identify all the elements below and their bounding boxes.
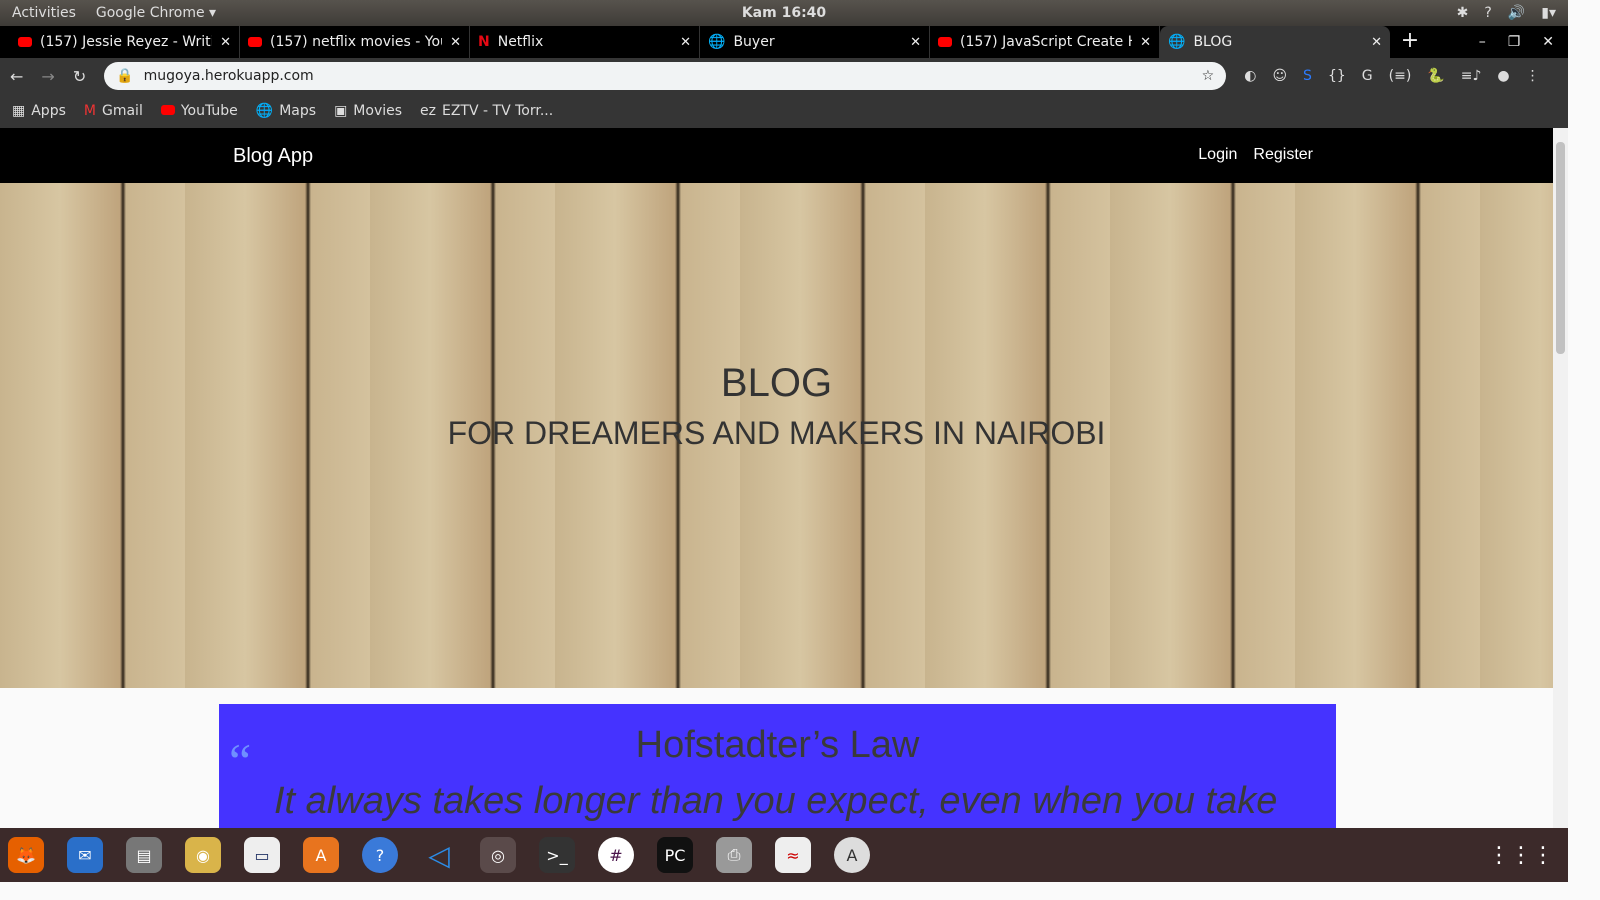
hero-banner: BLOG FOR DREAMERS AND MAKERS IN NAIROBI <box>0 183 1553 688</box>
brand-link[interactable]: Blog App <box>233 145 313 168</box>
bookmark-maps[interactable]: 🌐 Maps <box>256 103 316 119</box>
volume-icon[interactable]: 🔊 <box>1508 5 1525 21</box>
close-window-icon[interactable]: ✕ <box>1542 34 1554 50</box>
globe-icon: 🌐 <box>1168 34 1186 50</box>
minimize-icon[interactable]: – <box>1479 34 1486 50</box>
register-link[interactable]: Register <box>1253 146 1313 164</box>
extension-icon[interactable]: (≡) <box>1389 68 1412 84</box>
apps-grid-icon: ▦ <box>12 103 26 119</box>
url-text: mugoya.herokuapp.com <box>143 68 314 84</box>
rhythmbox-icon[interactable]: ◉ <box>185 837 221 873</box>
bookmark-youtube[interactable]: YouTube <box>160 103 238 119</box>
vscode-icon[interactable]: ◁ <box>421 837 457 873</box>
bookmarks-bar: ▦ Apps M Gmail YouTube 🌐 Maps ▣ Movies ez EZT… <box>0 94 1568 128</box>
close-tab-icon[interactable]: ✕ <box>1371 35 1382 50</box>
hero-title: BLOG <box>720 361 833 405</box>
app-menu[interactable]: Google Chrome ▾ <box>96 5 216 21</box>
bookmark-star-icon[interactable]: ☆ <box>1202 68 1215 84</box>
quote-body: It always takes longer than you expect, … <box>274 780 1278 822</box>
globe-icon: 🌐 <box>255 103 274 119</box>
bookmark-eztv[interactable]: ez EZTV - TV Torr... <box>420 103 553 119</box>
back-icon[interactable]: ← <box>10 67 23 86</box>
tab-title: (157) Jessie Reyez - Writin <box>40 34 213 50</box>
tab-title: (157) JavaScript Create H <box>960 34 1133 50</box>
software-icon[interactable]: A <box>303 837 339 873</box>
bookmark-movies[interactable]: ▣ Movies <box>334 103 402 119</box>
show-apps-icon[interactable]: ⋮⋮⋮ <box>1488 843 1554 868</box>
pycharm-icon[interactable]: PC <box>657 837 693 873</box>
media-icon[interactable]: ≡♪ <box>1461 68 1482 84</box>
extension-icon[interactable]: ☺ <box>1272 68 1287 84</box>
chrome-icon[interactable]: ◎ <box>480 837 516 873</box>
gmail-icon: M <box>83 103 96 119</box>
tab-active[interactable]: 🌐 BLOG ✕ <box>1160 26 1390 58</box>
quote-title: Hofstadter’s Law <box>635 724 920 766</box>
lock-icon: 🔒 <box>116 68 134 84</box>
scanner-icon[interactable]: ⎙ <box>716 837 752 873</box>
terminal-icon[interactable]: >_ <box>539 837 575 873</box>
bookmark-gmail[interactable]: M Gmail <box>84 103 143 119</box>
hero-subtitle: FOR DREAMERS AND MAKERS IN NAIROBI <box>447 415 1106 451</box>
login-link[interactable]: Login <box>1198 146 1237 164</box>
youtube-icon <box>248 37 262 47</box>
python-icon[interactable]: 🐍 <box>1427 68 1444 84</box>
youtube-icon <box>18 37 32 47</box>
close-tab-icon[interactable]: ✕ <box>450 35 461 50</box>
tab-strip: (157) Jessie Reyez - Writin ✕ (157) netfl… <box>0 26 1568 58</box>
thunderbird-icon[interactable]: ✉ <box>67 837 103 873</box>
restore-icon[interactable]: ❐ <box>1508 34 1521 50</box>
close-tab-icon[interactable]: ✕ <box>910 35 921 50</box>
close-tab-icon[interactable]: ✕ <box>1140 35 1151 50</box>
avatar[interactable]: ● <box>1497 68 1509 84</box>
tab[interactable]: N Netflix ✕ <box>470 26 700 58</box>
activities-button[interactable]: Activities <box>12 5 76 21</box>
system-tray[interactable]: ✱? 🔊 ▮▾ <box>1457 5 1556 21</box>
forward-icon[interactable]: → <box>41 67 54 86</box>
extensions: ◐ ☺ S {} G (≡) 🐍 ≡♪ ● ⋮ <box>1244 68 1539 84</box>
menu-icon[interactable]: ⋮ <box>1526 68 1540 84</box>
toolbar: ← → ↻ 🔒 mugoya.herokuapp.com ☆ ◐ ☺ S {} G (≡) 🐍 ≡… <box>0 58 1568 94</box>
files-icon[interactable]: ▤ <box>126 837 162 873</box>
tab[interactable]: 🌐 Buyer ✕ <box>700 26 930 58</box>
help-icon[interactable]: ? <box>1484 5 1491 21</box>
tab[interactable]: (157) netflix movies - You ✕ <box>240 26 470 58</box>
translate-icon[interactable]: G <box>1362 68 1373 84</box>
writer-icon[interactable]: ▭ <box>244 837 280 873</box>
close-tab-icon[interactable]: ✕ <box>220 35 231 50</box>
tab-title: Netflix <box>497 34 544 50</box>
reload-icon[interactable]: ↻ <box>73 67 86 86</box>
address-bar[interactable]: 🔒 mugoya.herokuapp.com ☆ <box>104 62 1227 90</box>
slack-icon[interactable]: ✱ <box>1457 5 1469 21</box>
slack-icon[interactable]: # <box>598 837 634 873</box>
tab-title: Buyer <box>733 34 775 50</box>
extension-icon[interactable]: {} <box>1328 68 1346 84</box>
clock[interactable]: Kam 16:40 <box>742 5 826 21</box>
dock: 🦊 ✉ ▤ ◉ ▭ A ? ◁ ◎ >_ # PC ⎙ ≈ A ⋮⋮⋮ <box>0 828 1568 882</box>
netflix-icon: N <box>478 34 490 50</box>
system-top-bar: Activities Google Chrome ▾ Kam 16:40 ✱? 🔊… <box>0 0 1568 26</box>
extension-icon[interactable]: ◐ <box>1244 68 1256 84</box>
tab[interactable]: (157) JavaScript Create H ✕ <box>930 26 1160 58</box>
document-viewer-icon[interactable]: ≈ <box>775 837 811 873</box>
site-navbar: Blog App Login Register <box>0 128 1553 183</box>
youtube-icon <box>938 37 952 47</box>
scrollbar-thumb[interactable] <box>1556 142 1565 354</box>
youtube-icon <box>160 105 175 115</box>
new-tab-button[interactable]: + <box>1390 26 1430 58</box>
firefox-icon[interactable]: 🦊 <box>8 837 44 873</box>
scrollbar[interactable] <box>1553 128 1568 828</box>
updater-icon[interactable]: A <box>834 837 870 873</box>
extension-icon[interactable]: S <box>1303 68 1312 84</box>
close-tab-icon[interactable]: ✕ <box>680 35 691 50</box>
battery-icon[interactable]: ▮▾ <box>1541 5 1556 21</box>
help-icon[interactable]: ? <box>362 837 398 873</box>
tab-title: BLOG <box>1193 34 1233 50</box>
tab-title: (157) netflix movies - You <box>270 34 443 50</box>
tab[interactable]: (157) Jessie Reyez - Writin ✕ <box>10 26 240 58</box>
globe-icon: 🌐 <box>708 34 726 50</box>
quote-card: “ Hofstadter’s Law It always takes longe… <box>219 704 1336 834</box>
bookmark-apps[interactable]: ▦ Apps <box>12 103 66 119</box>
eztv-icon: ez <box>420 103 436 119</box>
movies-icon: ▣ <box>334 103 348 119</box>
